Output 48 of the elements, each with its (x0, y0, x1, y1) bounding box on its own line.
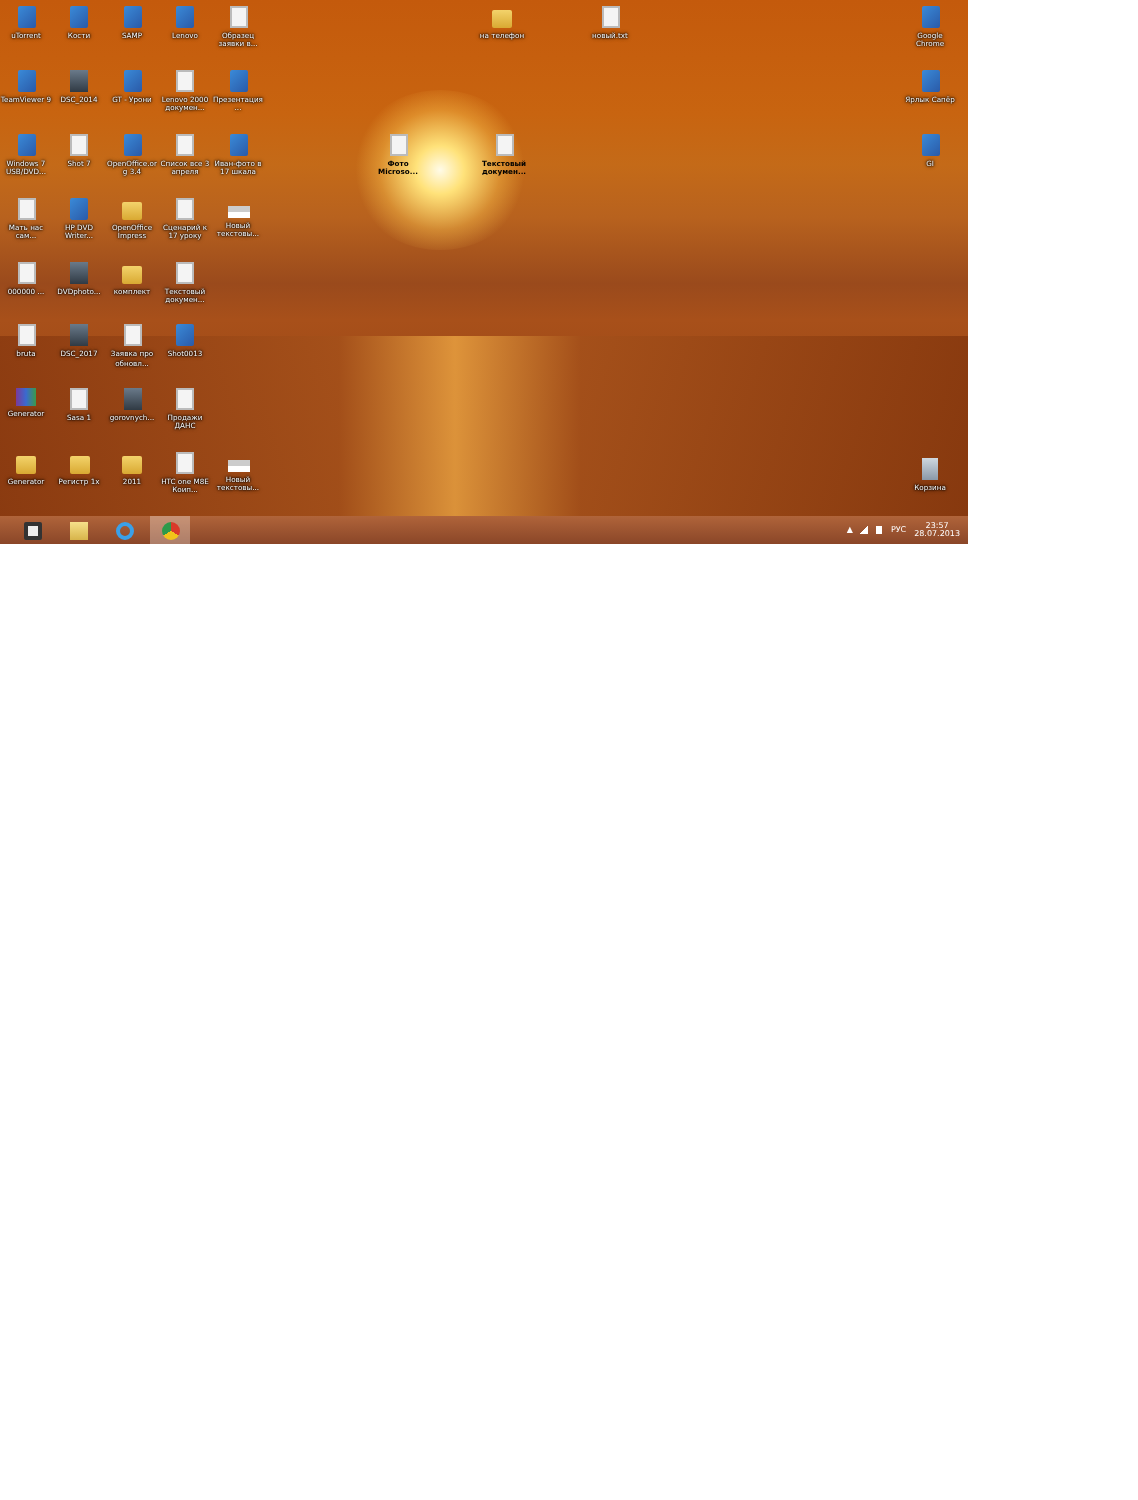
document-icon (176, 69, 194, 92)
folder-icon (492, 10, 512, 28)
document-icon (17, 197, 35, 220)
shortcut-icon (176, 324, 194, 347)
shortcut-icon (229, 70, 247, 92)
document-icon (176, 197, 194, 220)
shortcut-icon (70, 197, 88, 220)
shortcut-icon (17, 133, 35, 156)
text-file-icon (227, 460, 249, 472)
document-icon (495, 134, 513, 156)
document-icon (176, 261, 194, 283)
folder-icon (122, 201, 142, 220)
folder-icon (16, 456, 36, 475)
signal-icon[interactable] (860, 526, 869, 534)
document-icon (176, 388, 194, 411)
document-icon (229, 6, 247, 28)
browser-icon (115, 521, 133, 539)
shortcut-icon (70, 6, 88, 28)
browser-icon (161, 521, 179, 539)
document-icon (17, 261, 35, 283)
image-file-icon (70, 69, 88, 92)
document-icon (389, 134, 407, 156)
shortcut-icon (176, 6, 194, 28)
shortcut-icon (921, 70, 939, 92)
shortcut-icon (123, 69, 141, 92)
shortcut-icon (123, 133, 141, 156)
shortcut-icon (123, 6, 141, 28)
document-icon (601, 6, 619, 28)
document-icon (123, 324, 141, 347)
folder-icon (69, 456, 89, 475)
text-file-icon (227, 206, 249, 218)
document-icon (17, 324, 35, 347)
folder-icon (122, 456, 142, 475)
trash-icon (922, 458, 938, 480)
image-file-icon (70, 261, 88, 283)
document-icon (176, 452, 194, 475)
document-icon (70, 133, 88, 156)
image-file-icon (70, 324, 88, 347)
shortcut-icon (229, 134, 247, 156)
document-icon (70, 388, 88, 411)
folder-icon (122, 265, 142, 283)
archive-icon (16, 388, 36, 407)
shortcut-icon (921, 6, 939, 28)
shortcut-icon (17, 6, 35, 28)
shortcut-icon (17, 69, 35, 92)
shortcut-icon (921, 134, 939, 156)
document-icon (176, 133, 194, 156)
folder-icon (69, 521, 87, 539)
